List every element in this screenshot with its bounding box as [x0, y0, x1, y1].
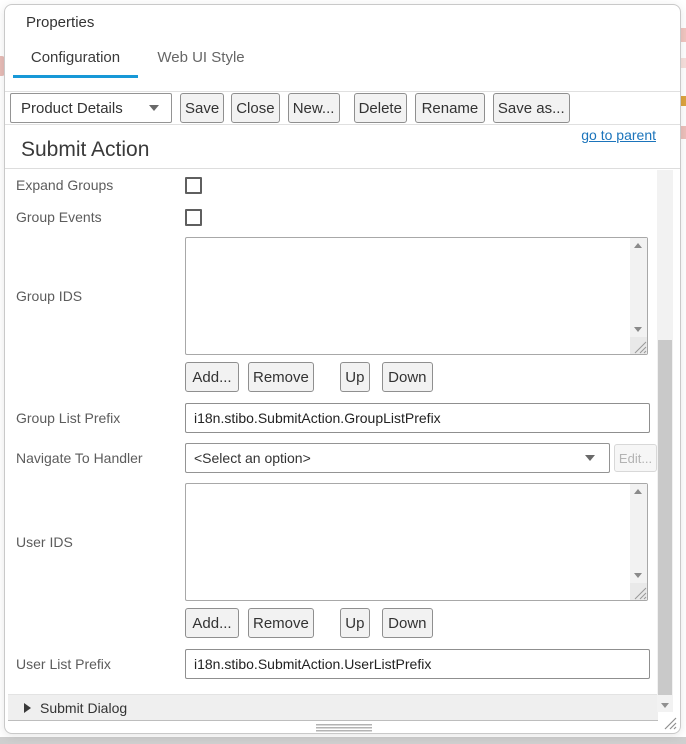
scroll-down-icon[interactable]: [634, 573, 642, 578]
user-ids-row: User IDS: [5, 483, 657, 601]
scroll-up-icon[interactable]: [634, 489, 642, 494]
new-button[interactable]: New...: [287, 93, 340, 123]
section-divider: [5, 168, 680, 169]
scroll-down-icon[interactable]: [661, 703, 669, 708]
group-ids-label: Group IDS: [16, 288, 83, 304]
chevron-down-icon: [585, 455, 596, 461]
navigate-to-handler-row: Navigate To Handler <Select an option> E…: [5, 443, 657, 473]
save-as-button[interactable]: Save as...: [492, 93, 570, 123]
resize-grip-icon[interactable]: [663, 716, 677, 730]
toolbar: Product Details Save Close New... Delete…: [5, 91, 680, 125]
user-list-prefix-row: User List Prefix: [5, 649, 657, 679]
user-ids-remove-button[interactable]: Remove: [248, 608, 314, 638]
edit-handler-button[interactable]: Edit...: [614, 444, 657, 472]
vertical-scrollbar-thumb[interactable]: [658, 340, 672, 695]
expand-arrow-icon: [24, 702, 31, 713]
user-ids-label: User IDS: [16, 534, 73, 550]
group-ids-down-button[interactable]: Down: [381, 362, 433, 392]
submit-dialog-section-header[interactable]: Submit Dialog: [8, 694, 658, 721]
user-ids-up-button[interactable]: Up: [339, 608, 370, 638]
background-page-strip: [0, 737, 686, 744]
properties-dialog: Properties Configuration Web UI Style Pr…: [4, 4, 681, 734]
group-ids-row: Group IDS: [5, 237, 657, 355]
resize-grip-icon[interactable]: [630, 337, 647, 354]
user-list-prefix-input[interactable]: [185, 649, 650, 679]
drag-handle-icon[interactable]: [316, 724, 372, 733]
navigate-to-handler-label: Navigate To Handler: [16, 450, 143, 466]
tab-web-ui-style[interactable]: Web UI Style: [145, 49, 257, 75]
section-heading: Submit Action: [21, 138, 150, 161]
rename-button[interactable]: Rename: [414, 93, 485, 123]
tab-configuration[interactable]: Configuration: [13, 49, 138, 78]
group-ids-buttons-row: Add... Remove Up Down: [5, 362, 657, 392]
group-events-checkbox[interactable]: [185, 208, 202, 226]
save-button[interactable]: Save: [180, 93, 225, 123]
navigate-to-handler-value: <Select an option>: [194, 450, 311, 466]
user-ids-add-button[interactable]: Add...: [185, 608, 239, 638]
go-to-parent-link[interactable]: go to parent: [581, 127, 656, 143]
expand-groups-row: Expand Groups: [5, 176, 657, 194]
user-ids-scrollbar[interactable]: [630, 484, 647, 583]
group-list-prefix-label: Group List Prefix: [16, 410, 121, 426]
user-ids-buttons-row: Add... Remove Up Down: [5, 608, 657, 638]
group-list-prefix-input[interactable]: [185, 403, 650, 433]
configuration-select-value: Product Details: [21, 99, 123, 117]
chevron-down-icon: [149, 105, 159, 111]
group-list-prefix-row: Group List Prefix: [5, 403, 657, 433]
user-ids-down-button[interactable]: Down: [381, 608, 433, 638]
group-ids-add-button[interactable]: Add...: [185, 362, 239, 392]
group-ids-scrollbar[interactable]: [630, 238, 647, 337]
background-artifact: [681, 28, 686, 42]
user-list-prefix-label: User List Prefix: [16, 656, 111, 672]
delete-button[interactable]: Delete: [353, 93, 407, 123]
group-ids-up-button[interactable]: Up: [339, 362, 370, 392]
expand-groups-label: Expand Groups: [16, 177, 114, 193]
background-artifact: [681, 58, 686, 68]
background-artifact: [681, 126, 686, 139]
expand-groups-checkbox[interactable]: [185, 176, 202, 194]
group-events-row: Group Events: [5, 208, 657, 226]
scroll-up-icon[interactable]: [634, 243, 642, 248]
scroll-down-icon[interactable]: [634, 327, 642, 332]
resize-grip-icon[interactable]: [630, 583, 647, 600]
navigate-to-handler-select[interactable]: <Select an option>: [185, 443, 611, 473]
background-artifact: [681, 96, 686, 106]
group-ids-remove-button[interactable]: Remove: [248, 362, 314, 392]
vertical-scrollbar[interactable]: [657, 170, 673, 712]
configuration-select[interactable]: Product Details: [10, 93, 172, 123]
group-events-label: Group Events: [16, 209, 102, 225]
user-ids-textarea[interactable]: [185, 483, 648, 601]
group-ids-textarea[interactable]: [185, 237, 648, 355]
submit-dialog-section-label: Submit Dialog: [40, 699, 128, 716]
dialog-title: Properties: [26, 14, 95, 31]
close-button[interactable]: Close: [231, 93, 280, 123]
